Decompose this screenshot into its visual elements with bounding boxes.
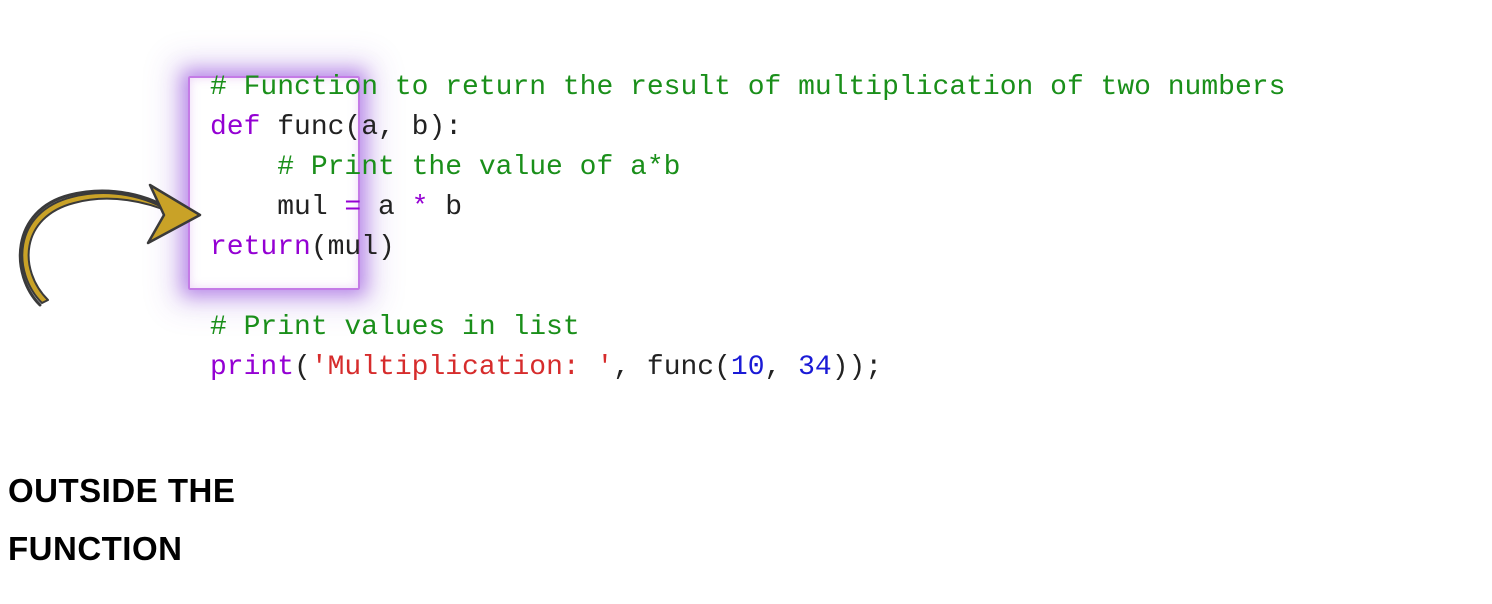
code-mul-b: b (428, 192, 462, 223)
code-mul-a: a (361, 192, 411, 223)
curved-arrow-icon (0, 155, 210, 325)
code-string-literal: 'Multiplication: ' (311, 352, 613, 383)
code-return-arg: (mul) (311, 232, 395, 263)
code-number-10: 10 (731, 352, 765, 383)
code-comment-2: # Print the value of a*b (210, 152, 680, 183)
code-open-paren: ( (294, 352, 311, 383)
code-print-keyword: print (210, 352, 294, 383)
code-mul-lhs: mul (210, 192, 344, 223)
code-assign-op: = (344, 192, 361, 223)
code-comma: , (765, 352, 799, 383)
code-close: )); (832, 352, 882, 383)
code-def-keyword: def (210, 112, 260, 143)
code-number-34: 34 (798, 352, 832, 383)
code-star-op: * (412, 192, 429, 223)
code-func-call: , func( (613, 352, 731, 383)
caption-line-2: FUNCTION (8, 520, 235, 578)
caption-line-1: OUTSIDE THE (8, 462, 235, 520)
caption-outside-function: OUTSIDE THE FUNCTION (8, 462, 235, 578)
code-return-keyword: return (210, 232, 311, 263)
code-def-signature: func(a, b): (260, 112, 462, 143)
code-comment-1: # Function to return the result of multi… (210, 72, 1285, 103)
code-comment-3: # Print values in list (210, 312, 580, 343)
code-block: # Function to return the result of multi… (210, 68, 1285, 388)
